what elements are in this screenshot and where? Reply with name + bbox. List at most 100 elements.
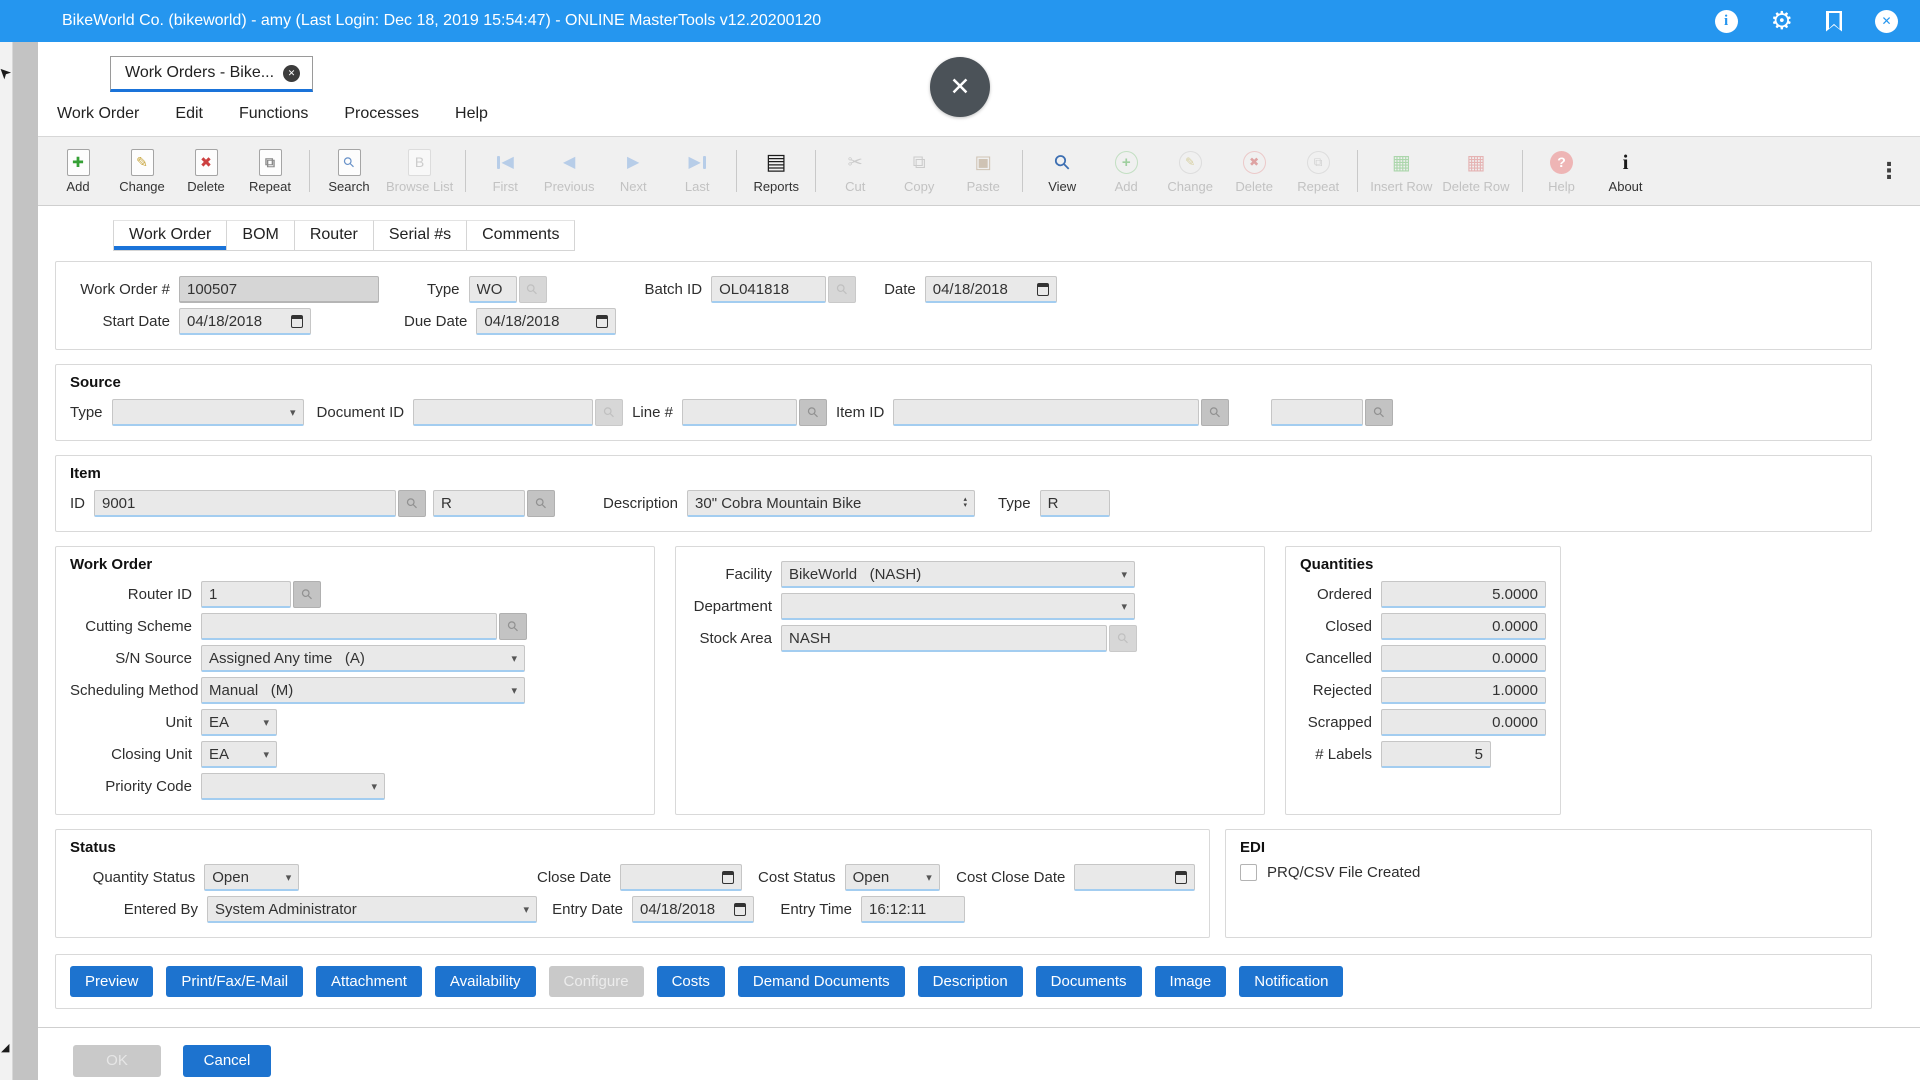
cutting-scheme-lookup-button[interactable]: ⚲ bbox=[499, 613, 527, 640]
notification-button[interactable]: Notification bbox=[1239, 966, 1343, 997]
tab-close-icon[interactable]: ✕ bbox=[283, 65, 300, 82]
toolbar-delete-row: ▦ Delete Row bbox=[1437, 149, 1514, 194]
work-order-number-input[interactable] bbox=[179, 276, 379, 303]
print-fax-email-button[interactable]: Print/Fax/E-Mail bbox=[166, 966, 303, 997]
tab-work-order[interactable]: Work Order bbox=[113, 220, 227, 250]
cost-close-date-input[interactable] bbox=[1074, 864, 1195, 891]
tab-router[interactable]: Router bbox=[295, 220, 374, 250]
cancelled-input[interactable] bbox=[1381, 645, 1546, 672]
toolbar-reports[interactable]: ▤ Reports bbox=[744, 149, 808, 194]
toolbar-add-row: + Add bbox=[1094, 149, 1158, 194]
cancel-button[interactable]: Cancel bbox=[183, 1045, 271, 1077]
description-button[interactable]: Description bbox=[918, 966, 1023, 997]
menu-edit[interactable]: Edit bbox=[175, 105, 203, 123]
attachment-button[interactable]: Attachment bbox=[316, 966, 422, 997]
scrapped-input[interactable] bbox=[1381, 709, 1546, 736]
toolbar-separator bbox=[736, 150, 737, 192]
quantity-status-select[interactable]: Open▾ bbox=[204, 864, 299, 891]
document-id-input[interactable] bbox=[413, 399, 593, 426]
description-input[interactable]: 30" Cobra Mountain Bike▴▾ bbox=[687, 490, 975, 517]
cutting-scheme-input[interactable] bbox=[201, 613, 497, 640]
toolbar-add[interactable]: ✚ Add bbox=[46, 149, 110, 194]
tab-bom[interactable]: BOM bbox=[227, 220, 294, 250]
line-number-lookup-button[interactable]: ⚲ bbox=[799, 399, 827, 426]
line-number-input[interactable] bbox=[682, 399, 797, 426]
source-item-id-input[interactable] bbox=[893, 399, 1199, 426]
item-id-input[interactable] bbox=[94, 490, 396, 517]
demand-documents-button[interactable]: Demand Documents bbox=[738, 966, 905, 997]
calendar-icon[interactable] bbox=[291, 315, 303, 328]
settings-gear-icon[interactable]: ⚙ bbox=[1771, 10, 1793, 33]
availability-button[interactable]: Availability bbox=[435, 966, 536, 997]
close-app-icon[interactable]: ✕ bbox=[1875, 10, 1898, 33]
toolbar-about[interactable]: i About bbox=[1594, 149, 1658, 194]
close-date-input[interactable] bbox=[620, 864, 742, 891]
scrollbar-track[interactable] bbox=[0, 42, 13, 1080]
stock-area-input[interactable] bbox=[781, 625, 1107, 652]
toolbar-repeat[interactable]: ⧉ Repeat bbox=[238, 149, 302, 194]
prq-csv-checkbox[interactable] bbox=[1240, 864, 1257, 881]
image-button[interactable]: Image bbox=[1155, 966, 1227, 997]
router-id-lookup-button[interactable]: ⚲ bbox=[293, 581, 321, 608]
tab-comments[interactable]: Comments bbox=[467, 220, 575, 250]
preview-button[interactable]: Preview bbox=[70, 966, 153, 997]
menu-processes[interactable]: Processes bbox=[344, 105, 419, 123]
bookmark-icon[interactable] bbox=[1826, 11, 1842, 32]
toolbar-delete[interactable]: ✖ Delete bbox=[174, 149, 238, 194]
item-revision-lookup-button[interactable]: ⚲ bbox=[527, 490, 555, 517]
closing-unit-select[interactable]: EA▾ bbox=[201, 741, 277, 768]
ordered-input[interactable] bbox=[1381, 581, 1546, 608]
menu-functions[interactable]: Functions bbox=[239, 105, 308, 123]
source-extra-lookup-button[interactable]: ⚲ bbox=[1365, 399, 1393, 426]
toolbar-last: ▶ Last bbox=[665, 149, 729, 194]
calendar-icon[interactable] bbox=[1037, 283, 1049, 296]
document-tab[interactable]: Work Orders - Bike... ✕ bbox=[110, 56, 313, 92]
closed-input[interactable] bbox=[1381, 613, 1546, 640]
type-input[interactable] bbox=[469, 276, 517, 303]
date-input[interactable]: 04/18/2018 bbox=[925, 276, 1057, 303]
costs-button[interactable]: Costs bbox=[657, 966, 725, 997]
department-select[interactable]: ▾ bbox=[781, 593, 1135, 620]
scheduling-method-select[interactable]: Manual (M)▾ bbox=[201, 677, 525, 704]
facility-select[interactable]: BikeWorld (NASH)▾ bbox=[781, 561, 1135, 588]
info-icon[interactable]: i bbox=[1715, 10, 1738, 33]
calendar-icon[interactable] bbox=[1175, 871, 1187, 884]
left-scrollbar[interactable]: ➤ ◢ bbox=[0, 42, 38, 1080]
router-id-input[interactable] bbox=[201, 581, 291, 608]
arrow-previous-icon: ◀ bbox=[563, 152, 575, 172]
item-type-input[interactable] bbox=[1040, 490, 1110, 517]
toolbar-search[interactable]: ⚲ Search bbox=[317, 149, 381, 194]
batch-id-input[interactable] bbox=[711, 276, 826, 303]
scrapped-label: Scrapped bbox=[1300, 714, 1372, 731]
source-extra-input[interactable] bbox=[1271, 399, 1363, 426]
calendar-icon[interactable] bbox=[734, 903, 746, 916]
spinner-icon[interactable]: ▴▾ bbox=[964, 497, 968, 509]
sn-source-select[interactable]: Assigned Any time (A)▾ bbox=[201, 645, 525, 672]
toolbar-change[interactable]: ✎ Change bbox=[110, 149, 174, 194]
labels-count-input[interactable] bbox=[1381, 741, 1491, 768]
toolbar-view[interactable]: ⚲ View bbox=[1030, 149, 1094, 194]
source-type-select[interactable]: ▾ bbox=[112, 399, 304, 426]
menu-work-order[interactable]: Work Order bbox=[57, 105, 139, 123]
calendar-icon[interactable] bbox=[722, 871, 734, 884]
item-revision-input[interactable] bbox=[433, 490, 525, 517]
calendar-icon[interactable] bbox=[596, 315, 608, 328]
due-date-input[interactable]: 04/18/2018 bbox=[476, 308, 616, 335]
scroll-arrow-icon[interactable]: ◢ bbox=[1, 1041, 9, 1054]
entered-by-select[interactable]: System Administrator▾ bbox=[207, 896, 537, 923]
unit-select[interactable]: EA▾ bbox=[201, 709, 277, 736]
item-id-lookup-button[interactable]: ⚲ bbox=[398, 490, 426, 517]
documents-button[interactable]: Documents bbox=[1036, 966, 1142, 997]
entry-date-input[interactable]: 04/18/2018 bbox=[632, 896, 754, 923]
overflow-menu-icon[interactable]: ⋮ bbox=[1872, 158, 1906, 184]
menu-help[interactable]: Help bbox=[455, 105, 488, 123]
description-label: Description bbox=[603, 495, 678, 512]
cost-status-select[interactable]: Open▾ bbox=[845, 864, 940, 891]
dialog-close-button[interactable]: ✕ bbox=[930, 57, 990, 117]
tab-serial-numbers[interactable]: Serial #s bbox=[374, 220, 467, 250]
start-date-input[interactable]: 04/18/2018 bbox=[179, 308, 311, 335]
source-item-id-lookup-button[interactable]: ⚲ bbox=[1201, 399, 1229, 426]
priority-code-select[interactable]: ▾ bbox=[201, 773, 385, 800]
rejected-input[interactable] bbox=[1381, 677, 1546, 704]
entry-time-input[interactable] bbox=[861, 896, 965, 923]
